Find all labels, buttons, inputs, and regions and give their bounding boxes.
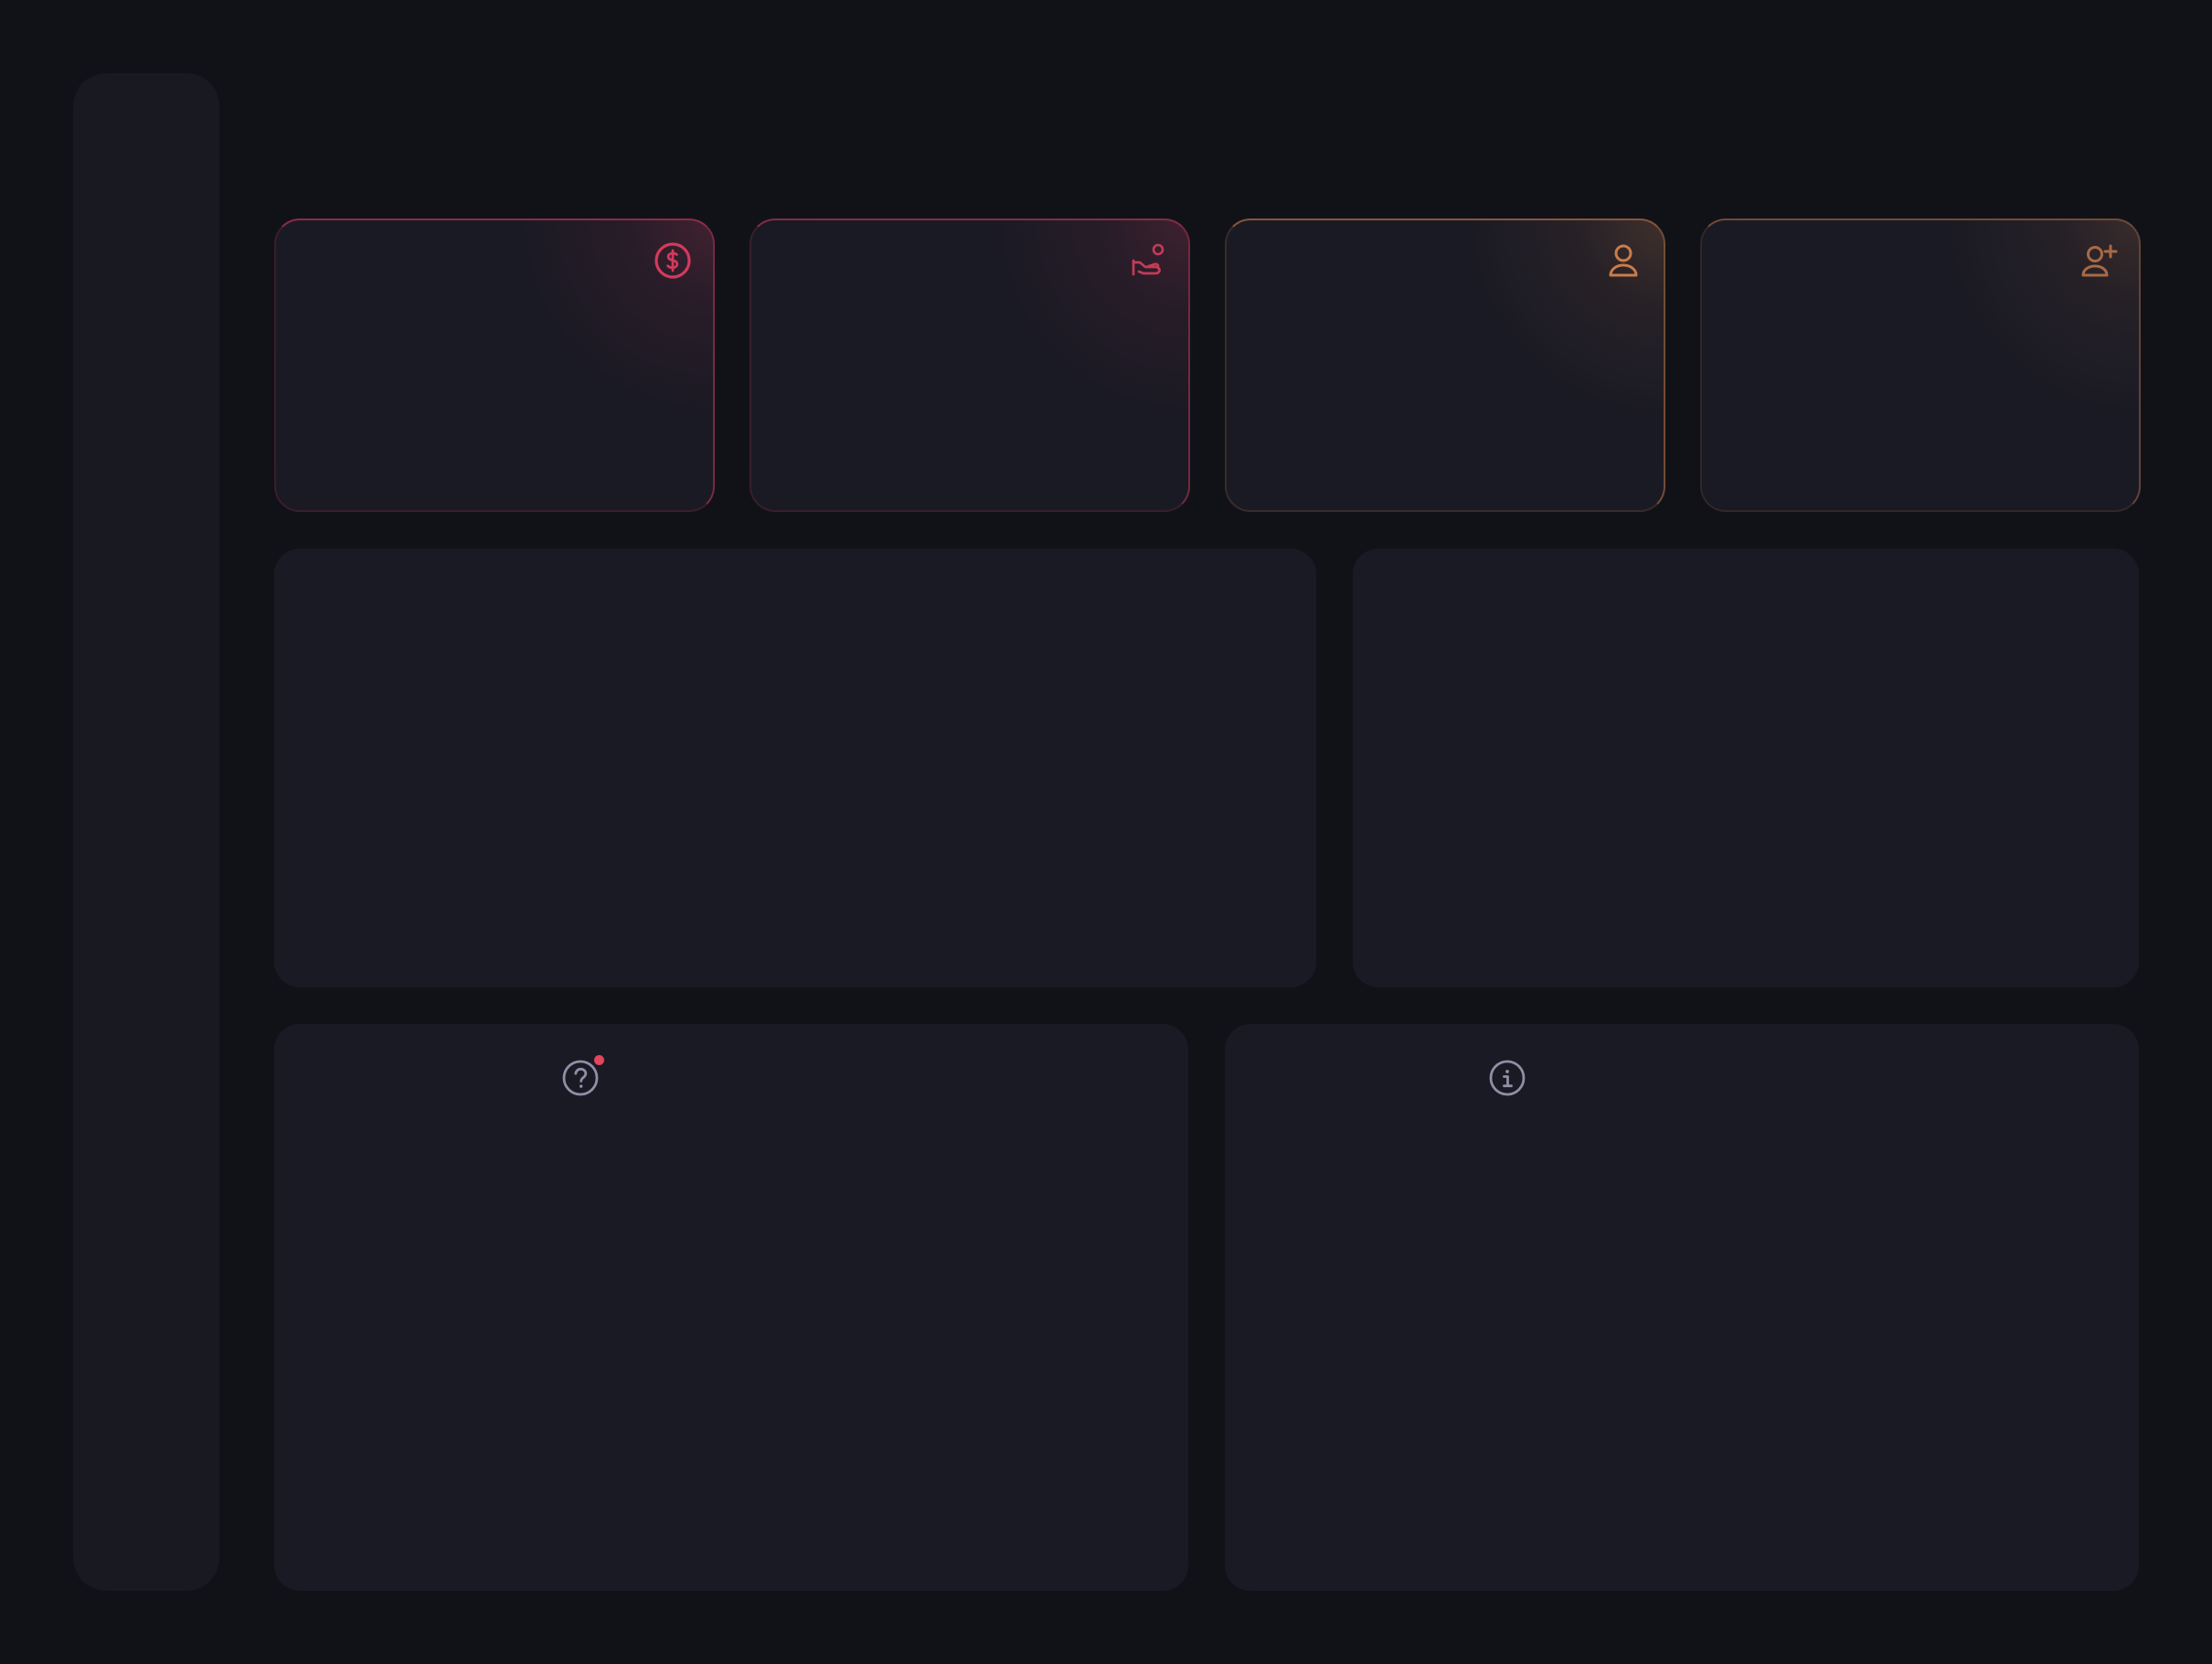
stat-card-earnings[interactable]	[750, 219, 1190, 512]
stat-card-revenue[interactable]	[274, 219, 715, 512]
hand-coin-icon	[1132, 243, 1164, 276]
help-panel	[274, 1024, 1188, 1591]
user-plus-icon	[2081, 244, 2118, 277]
sidebar	[73, 73, 219, 1591]
help-circle-icon[interactable]	[561, 1059, 600, 1097]
notification-badge	[594, 1055, 604, 1065]
stat-card-customers[interactable]	[1225, 219, 1665, 512]
info-panel	[1225, 1024, 2139, 1591]
main-chart-panel	[274, 549, 1316, 987]
user-icon	[1609, 244, 1638, 277]
secondary-chart-panel	[1353, 549, 2139, 987]
info-circle-icon[interactable]	[1488, 1059, 1526, 1097]
stat-card-new-customers[interactable]	[1700, 219, 2141, 512]
dollar-circle-icon	[654, 242, 691, 279]
